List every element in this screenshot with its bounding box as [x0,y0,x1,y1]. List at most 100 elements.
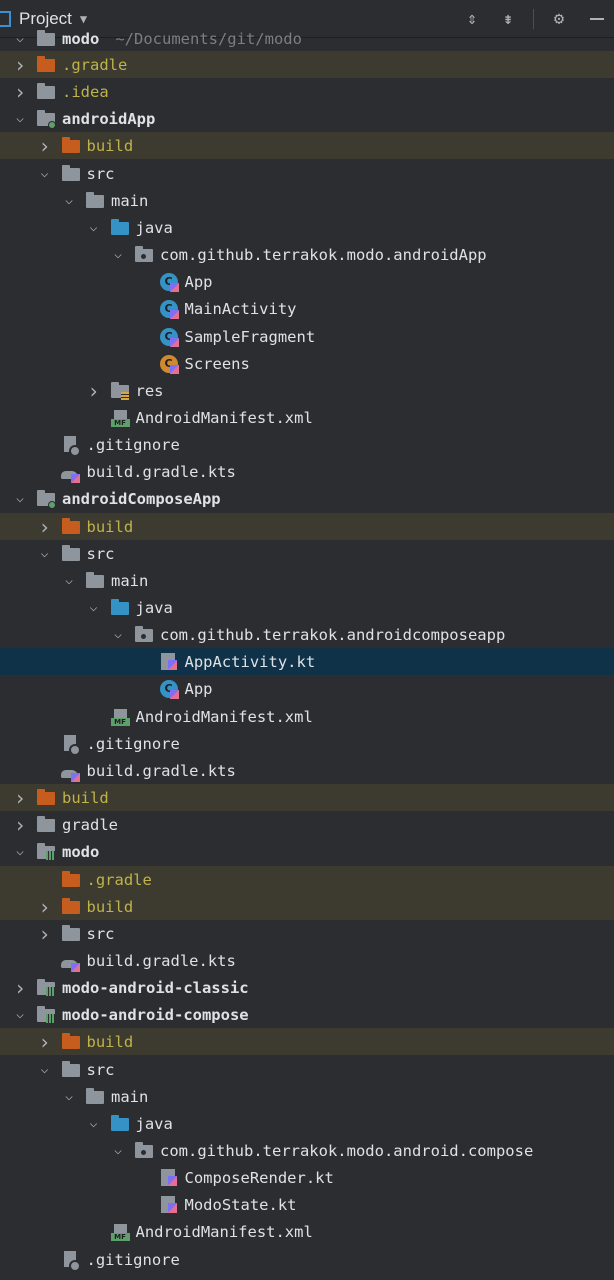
tree-item-label: main [111,191,149,210]
tree-item-label: main [111,571,149,590]
tree-row[interactable]: ⌵ com.github.terrakok.modo.android.compos… [0,1137,614,1164]
tree-row[interactable]: ⌵ com.github.terrakok.modo.androidApp [0,241,614,268]
tree-row[interactable]: MF AndroidManifest.xml [0,404,614,431]
tree-item-label: SampleFragment [184,327,316,346]
tree-row[interactable]: build.gradle.kts [0,947,614,974]
tree-row[interactable]: ⌵ main [0,1083,614,1110]
tree-row[interactable]: › src [0,920,614,947]
tree-row[interactable]: build.gradle.kts [0,458,614,485]
tree-row[interactable]: › res [0,377,614,404]
tree-row[interactable]: .gitignore [0,1246,614,1273]
chevron-down-icon[interactable]: ⌵ [86,220,102,235]
tree-item-label: build [86,897,134,916]
tree-item-label: main [111,1087,149,1106]
chevron-down-icon[interactable]: ⌵ [61,193,77,208]
tree-row[interactable]: C App [0,268,614,295]
tree-item-label: build [86,136,134,155]
tree-row[interactable]: ⌵ com.github.terrakok.androidcomposeapp [0,621,614,648]
chevron-right-icon[interactable]: › [12,813,28,837]
tree-row[interactable]: ⌵ src [0,1056,614,1083]
tree-row[interactable]: C App [0,675,614,702]
chevron-right-icon[interactable]: › [12,53,28,77]
chevron-down-icon[interactable]: ⌵ [12,491,28,506]
tree-row[interactable]: › .idea [0,78,614,105]
package-icon [134,245,154,264]
chevron-down-icon[interactable]: ⌵ [61,1089,77,1104]
tree-row[interactable]: ⌵ main [0,567,614,594]
tree-row[interactable]: › .gradle [0,51,614,78]
tree-row[interactable]: ModoState.kt [0,1191,614,1218]
tree-row[interactable]: ⌵ src [0,160,614,187]
tree-row[interactable]: MF AndroidManifest.xml [0,703,614,730]
tree-row[interactable]: › build [0,893,614,920]
tree-row[interactable]: ⌵ java [0,214,614,241]
module-icon [36,842,56,861]
tree-row[interactable]: › build [0,132,614,159]
tree-row[interactable]: C SampleFragment [0,323,614,350]
tree-row[interactable]: ⌵ modo [0,838,614,865]
chevron-down-icon[interactable]: ⌵ [12,844,28,859]
chevron-down-icon[interactable]: ⌵ [110,1143,126,1158]
minimize-icon[interactable] [590,17,604,20]
tree-row[interactable]: AppActivity.kt [0,648,614,675]
chevron-down-icon[interactable]: ⌵ [86,1116,102,1131]
tree-row[interactable]: ⌵ src [0,540,614,567]
tree-item-label: AndroidManifest.xml [135,707,313,726]
chevron-down-icon[interactable]: ⌵ [61,573,77,588]
chevron-right-icon[interactable]: › [12,786,28,810]
tree-row[interactable]: MF AndroidManifest.xml [0,1218,614,1245]
tree-row[interactable]: ⌵ java [0,594,614,621]
tree-row[interactable]: .gradle [0,866,614,893]
chevron-right-icon[interactable]: › [86,379,102,403]
tree-row[interactable]: ⌵ main [0,187,614,214]
chevron-down-icon[interactable]: ⌵ [12,1007,28,1022]
chevron-right-icon[interactable]: › [12,80,28,104]
tree-row[interactable]: .gitignore [0,431,614,458]
tree-item-label: AndroidManifest.xml [135,408,313,427]
tree-item-label: .idea [62,82,109,101]
tree-item-label: build.gradle.kts [86,462,236,481]
tree-row[interactable]: build.gradle.kts [0,757,614,784]
tree-row[interactable]: › build [0,513,614,540]
gitignore-file-icon [61,435,81,457]
gradle-script-icon [60,463,81,483]
folder-icon [85,571,105,590]
tree-item-label: java [135,218,173,237]
chevron-down-icon[interactable]: ▼ [80,12,87,26]
tree-row[interactable]: C MainActivity [0,295,614,322]
tree-row[interactable]: ⌵ java [0,1110,614,1137]
tree-row[interactable]: › gradle [0,811,614,838]
chevron-right-icon[interactable]: › [37,922,53,946]
chevron-down-icon[interactable]: ⌵ [110,627,126,642]
chevron-down-icon[interactable]: ⌵ [37,546,53,561]
chevron-right-icon[interactable]: › [12,976,28,1000]
tree-item-label: modo-android-compose [62,1005,249,1024]
chevron-down-icon[interactable]: ⌵ [12,111,28,126]
tree-row[interactable]: › build [0,784,614,811]
tree-row[interactable]: ⌵ modo ~/Documents/git/modo [0,25,614,52]
tree-row[interactable]: ⌵ modo-android-compose [0,1001,614,1028]
tree-item-label: androidApp [62,109,156,128]
chevron-down-icon[interactable]: ⌵ [110,247,126,262]
tree-item-label: com.github.terrakok.modo.android.compose [160,1141,534,1160]
tree-item-label: androidComposeApp [62,489,221,508]
tree-row[interactable]: ComposeRender.kt [0,1164,614,1191]
chevron-down-icon[interactable]: ⌵ [86,600,102,615]
chevron-right-icon[interactable]: › [37,895,53,919]
chevron-down-icon[interactable]: ⌵ [12,31,28,46]
tree-row[interactable]: C Screens [0,350,614,377]
chevron-right-icon[interactable]: › [37,134,53,158]
tree-row[interactable]: › modo-android-classic [0,974,614,1001]
tree-item-label: build.gradle.kts [86,951,236,970]
tree-item-label: .gitignore [86,435,180,454]
chevron-down-icon[interactable]: ⌵ [37,166,53,181]
tree-row[interactable]: › build [0,1028,614,1055]
excluded-folder-icon [61,136,81,155]
chevron-down-icon[interactable]: ⌵ [37,1062,53,1077]
chevron-right-icon[interactable]: › [37,515,53,539]
tree-row[interactable]: ⌵ androidComposeApp [0,485,614,512]
tree-row[interactable]: .gitignore [0,730,614,757]
tree-row[interactable]: ⌵ androidApp [0,105,614,132]
kotlin-class-icon: C [159,327,179,347]
chevron-right-icon[interactable]: › [37,1030,53,1054]
